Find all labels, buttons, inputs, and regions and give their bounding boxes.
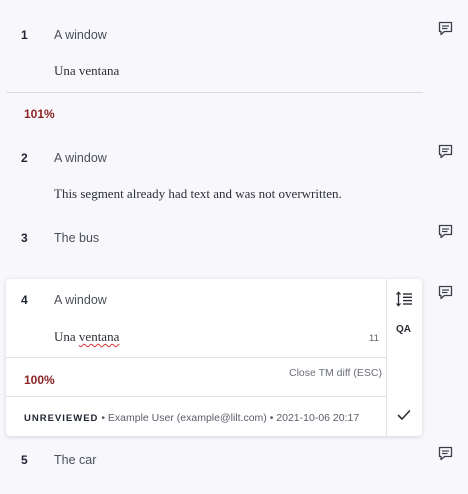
segment-target-editor[interactable]: Una ventana bbox=[54, 329, 119, 345]
translation-editor: 1 A window Una ventana 101% 2 A window T… bbox=[0, 0, 468, 494]
comment-icon[interactable] bbox=[437, 143, 454, 160]
segment-divider bbox=[6, 92, 423, 93]
close-tm-diff-link[interactable]: Close TM diff (ESC) bbox=[289, 367, 382, 379]
comment-icon[interactable] bbox=[437, 445, 454, 462]
target-word: Una bbox=[54, 329, 76, 344]
segment-source-text: A window bbox=[54, 293, 107, 307]
tm-match-percentage: 101% bbox=[24, 107, 55, 121]
segment-number: 3 bbox=[21, 231, 28, 245]
active-segment-card: 4 A window Una ventana 11 100% Close TM … bbox=[6, 279, 422, 436]
segment-target-text[interactable]: This segment already had text and was no… bbox=[54, 186, 342, 202]
status-detail: • Example User (example@lilt.com) • 2021… bbox=[98, 412, 360, 424]
misspelled-target-word[interactable]: ventana bbox=[79, 329, 119, 344]
comment-icon[interactable] bbox=[437, 223, 454, 240]
comment-icon[interactable] bbox=[437, 20, 454, 37]
line-height-icon[interactable] bbox=[394, 289, 414, 309]
segment-source-text: The car bbox=[54, 453, 97, 467]
segment-source-text: A window bbox=[54, 28, 107, 42]
segment-number: 4 bbox=[21, 293, 28, 307]
qa-button[interactable]: QA bbox=[396, 324, 411, 335]
checkmark-icon[interactable] bbox=[394, 405, 414, 425]
tool-column-divider bbox=[386, 279, 387, 436]
segment-source-text: A window bbox=[54, 151, 107, 165]
comment-icon[interactable] bbox=[437, 284, 454, 301]
segment-status-line: UNREVIEWED • Example User (example@lilt.… bbox=[24, 412, 359, 424]
segment-number: 2 bbox=[21, 151, 28, 165]
status-badge: UNREVIEWED bbox=[24, 413, 99, 424]
tm-match-percentage: 100% bbox=[24, 373, 55, 387]
card-divider bbox=[6, 357, 386, 358]
card-divider bbox=[6, 396, 386, 397]
segment-target-text[interactable]: Una ventana bbox=[54, 63, 119, 79]
character-count: 11 bbox=[369, 333, 379, 344]
segment-number: 1 bbox=[21, 28, 28, 42]
segment-number: 5 bbox=[21, 453, 28, 467]
segment-source-text: The bus bbox=[54, 231, 100, 245]
